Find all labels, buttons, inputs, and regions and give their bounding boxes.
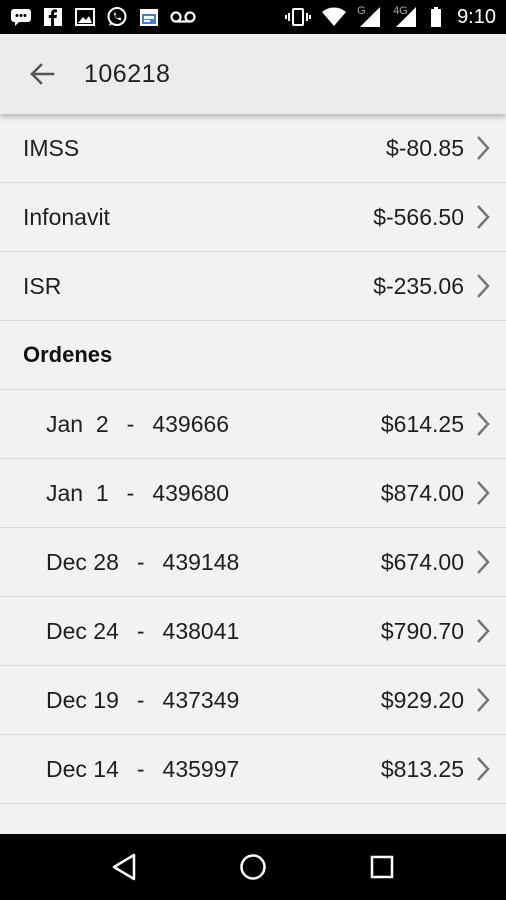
order-amount: $790.70 xyxy=(380,617,464,644)
gallery-icon xyxy=(74,7,96,27)
chevron-right-icon xyxy=(474,755,492,783)
order-label: Dec 28-439148 xyxy=(46,549,381,576)
voicemail-icon xyxy=(170,7,196,27)
order-amount: $674.00 xyxy=(380,548,464,575)
chevron-right-icon xyxy=(474,410,492,438)
vibrate-icon xyxy=(285,7,312,27)
network-type-label: G xyxy=(357,5,366,17)
order-amount: $813.25 xyxy=(380,755,464,782)
deduction-row-infonavit[interactable]: Infonavit $-566.50 xyxy=(0,183,506,252)
order-number: 439666 xyxy=(152,410,230,437)
nav-home-button[interactable] xyxy=(233,847,273,887)
order-label: Jan 1-439680 xyxy=(46,480,381,507)
order-date: Dec 28 xyxy=(46,548,119,575)
chevron-right-icon xyxy=(474,203,492,231)
deduction-amount: $-235.06 xyxy=(373,272,464,299)
back-button[interactable] xyxy=(20,52,64,96)
order-row[interactable]: Jan 2-439666 $614.25 xyxy=(0,390,506,459)
order-date: Jan 2 xyxy=(46,410,109,437)
order-row[interactable]: Dec 24-438041 $790.70 xyxy=(0,597,506,666)
order-amount: $614.25 xyxy=(380,410,464,437)
whatsapp-icon xyxy=(106,7,128,27)
chevron-right-icon xyxy=(474,617,492,645)
battery-icon xyxy=(429,7,443,27)
order-separator: - xyxy=(136,686,145,713)
order-label: Dec 14-435997 xyxy=(46,756,381,783)
deduction-label: ISR xyxy=(23,272,62,299)
nav-back-button[interactable] xyxy=(104,847,144,887)
recents-square-icon xyxy=(370,855,393,879)
facebook-icon xyxy=(42,7,64,27)
signal-icon: G xyxy=(357,5,383,27)
order-amount: $874.00 xyxy=(380,479,464,506)
order-separator: - xyxy=(126,410,135,437)
messages-icon xyxy=(10,7,32,27)
system-icons: G 4G 9:10 xyxy=(285,5,496,29)
network-4g-label: 4G xyxy=(393,5,408,17)
deduction-row-isr[interactable]: ISR $-235.06 xyxy=(0,252,506,321)
app-bar: 106218 xyxy=(0,34,506,114)
order-separator: - xyxy=(136,548,145,575)
chevron-right-icon xyxy=(474,134,492,162)
order-date: Dec 24 xyxy=(46,617,119,644)
page-title: 106218 xyxy=(84,59,171,88)
order-amount: $929.20 xyxy=(380,686,464,713)
chevron-right-icon xyxy=(474,548,492,576)
order-separator: - xyxy=(136,617,145,644)
deduction-label: Infonavit xyxy=(23,203,110,230)
navigation-bar xyxy=(0,834,506,900)
order-row[interactable]: Jan 1-439680 $874.00 xyxy=(0,459,506,528)
order-label: Dec 24-438041 xyxy=(46,618,381,645)
wifi-icon xyxy=(321,7,347,27)
back-triangle-icon xyxy=(113,853,136,881)
deduction-amount: $-566.50 xyxy=(373,203,464,230)
status-time: 9:10 xyxy=(457,5,496,28)
order-number: 435997 xyxy=(162,755,240,782)
arrow-left-icon xyxy=(30,63,55,85)
order-row[interactable]: Dec 28-439148 $674.00 xyxy=(0,528,506,597)
chevron-right-icon xyxy=(474,479,492,507)
order-label: Jan 2-439666 xyxy=(46,411,381,438)
order-date: Dec 19 xyxy=(46,686,119,713)
orders-section-header: Ordenes xyxy=(0,321,506,390)
order-row[interactable]: Dec 14-435997 $813.25 xyxy=(0,735,506,804)
order-date: Jan 1 xyxy=(46,479,109,506)
deduction-amount: $-80.85 xyxy=(385,134,464,161)
home-circle-icon xyxy=(240,854,266,880)
status-bar: G 4G 9:10 xyxy=(0,0,506,34)
order-number: 437349 xyxy=(162,686,240,713)
order-row[interactable]: Dec 19-437349 $929.20 xyxy=(0,666,506,735)
signal-4g-icon: 4G xyxy=(393,5,419,27)
order-separator: - xyxy=(126,479,135,506)
order-number: 438041 xyxy=(162,617,240,644)
order-number: 439148 xyxy=(162,548,240,575)
chevron-right-icon xyxy=(474,272,492,300)
order-date: Dec 14 xyxy=(46,755,119,782)
nav-recents-button[interactable] xyxy=(362,847,402,887)
deduction-row-imss[interactable]: IMSS $-80.85 xyxy=(0,114,506,183)
payroll-detail-list[interactable]: IMSS $-80.85 Infonavit $-566.50 ISR $-23… xyxy=(0,114,506,834)
order-separator: - xyxy=(136,755,145,782)
order-label: Dec 19-437349 xyxy=(46,687,381,714)
deduction-label: IMSS xyxy=(23,134,80,161)
order-number: 439680 xyxy=(152,479,230,506)
chevron-right-icon xyxy=(474,686,492,714)
notification-icons xyxy=(10,7,196,27)
calendar-icon xyxy=(138,7,160,27)
